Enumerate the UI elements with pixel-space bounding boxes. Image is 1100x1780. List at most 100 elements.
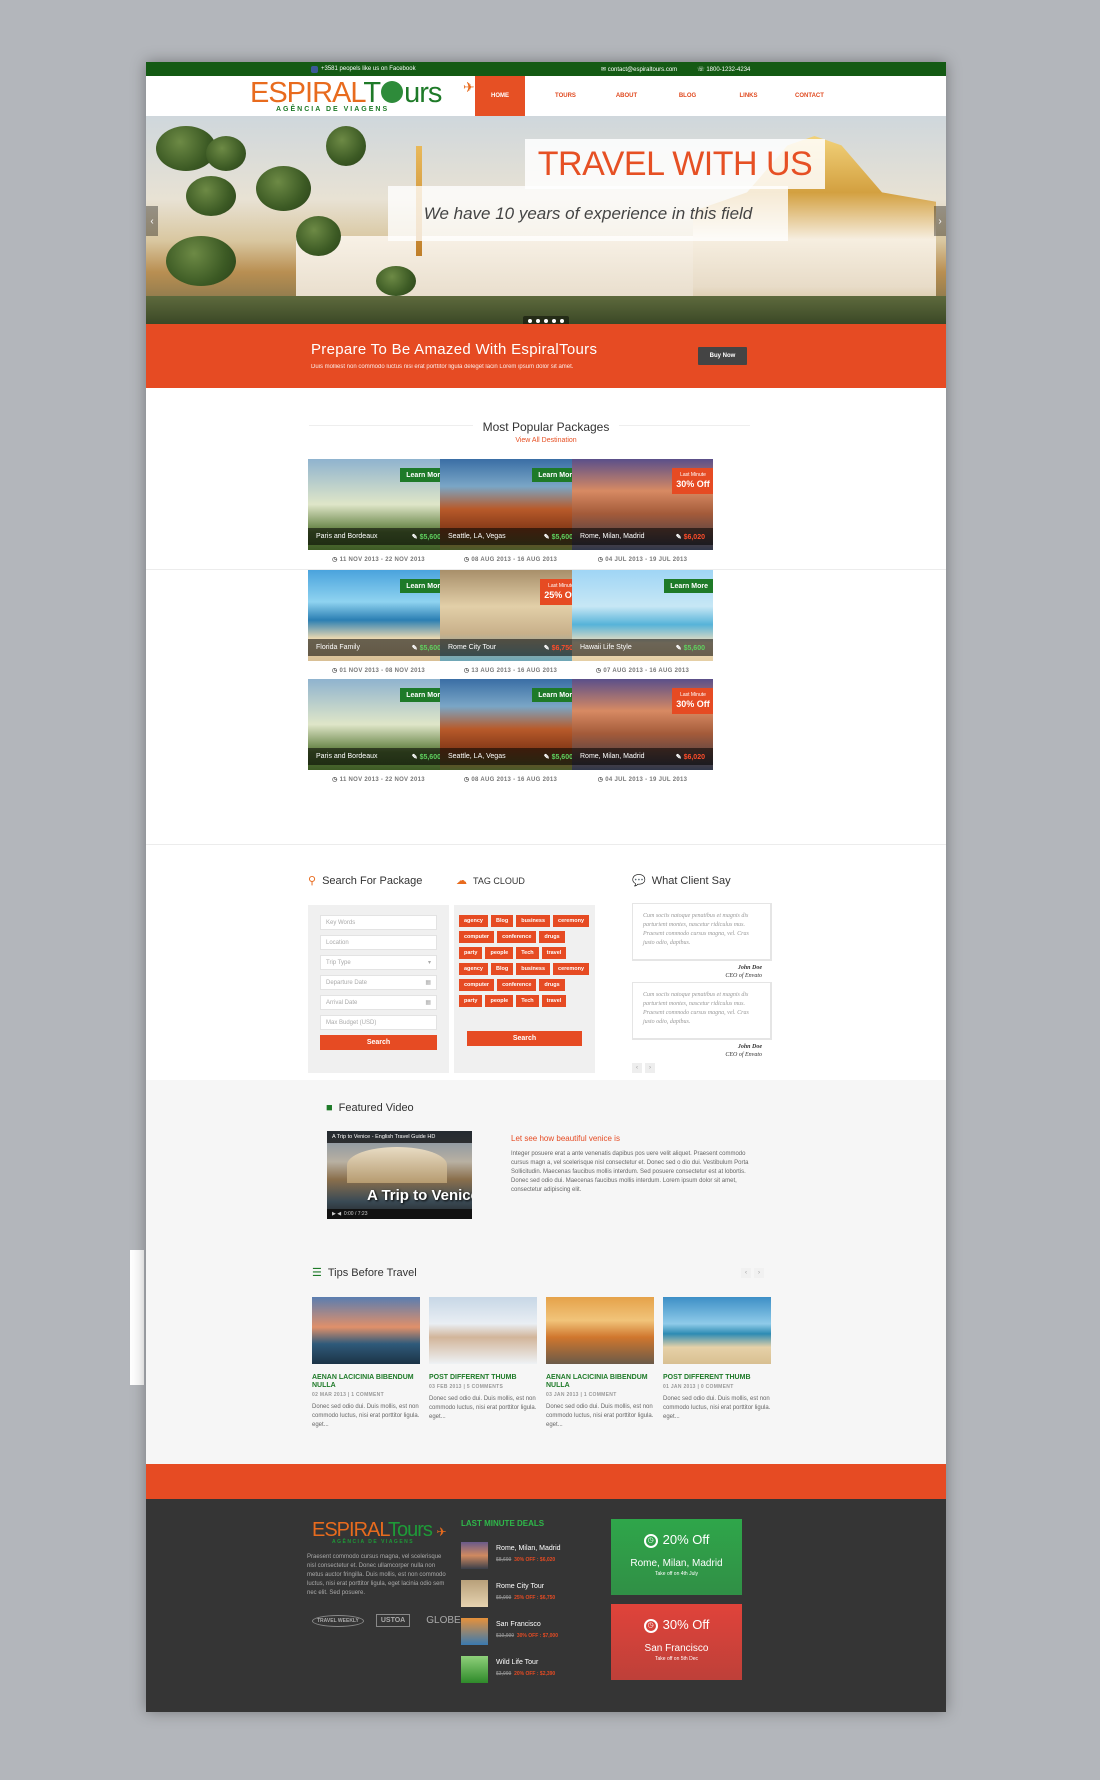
tag-ceremony[interactable]: ceremony [553,915,590,927]
arrival-date-input[interactable]: Arrival Date ▦ [320,995,437,1010]
package-image[interactable]: Learn More Hawaii Life Style ✎ $5,600 [572,570,713,661]
tip-title[interactable]: AENAN LACICINIA BIBENDUM NULLA [312,1374,420,1390]
departure-date-input[interactable]: Departure Date ▦ [320,975,437,990]
package-image[interactable]: Learn More Florida Family ✎ $5,600 [308,570,449,661]
deal-name[interactable]: Wild Life Tour [496,1659,538,1666]
footer-logo[interactable]: ESPIRALTours ✈ AGÊNCIA DE VIAGENS [312,1519,447,1545]
tag-conference[interactable]: conference [497,979,537,991]
package-card[interactable]: Learn More Seattle, LA, Vegas✎ $5,600 08… [440,459,581,563]
tips-prev-icon[interactable]: ‹ [741,1268,751,1278]
deal-thumb[interactable] [461,1580,488,1607]
tag-drugs[interactable]: drugs [539,931,565,943]
package-image[interactable]: Last Minute 30% Off Rome, Milan, Madrid ✎ … [572,679,713,770]
tip-card[interactable]: AENAN LACICINIA BIBENDUM NULLA 02 MAR 20… [312,1297,420,1430]
package-image[interactable]: Last Minute 25% Off Rome City Tour ✎ $6,75… [440,570,581,661]
slider-prev-icon[interactable]: ‹ [146,206,158,236]
view-all-link[interactable]: View All Destination [146,437,946,444]
promo-card-note: Take off on 5th Dec [655,1655,698,1662]
tag-party[interactable]: party [459,947,483,959]
tag-party[interactable]: party [459,995,483,1007]
deal-promo-card[interactable]: ◷ 20% Off Rome, Milan, Madrid Take off on… [611,1519,742,1595]
tag-business[interactable]: business [516,915,551,927]
keywords-input[interactable]: Key Words [320,915,437,930]
deal-item[interactable]: Rome City Tour $9,000 25% OFF : $6,750 [461,1580,591,1607]
tag-ceremony[interactable]: ceremony [553,963,590,975]
site-logo[interactable]: ESPIRALT urs ✈ AGÊNCIA DE VIAGENS [250,78,475,116]
deal-item[interactable]: San Francisco $10,000 30% OFF : $7,000 [461,1618,591,1645]
nav-blog[interactable]: BLOG [657,76,718,116]
package-image[interactable]: Learn More Seattle, LA, Vegas ✎ $5,600 [440,679,581,770]
package-card[interactable]: Last Minute 30% Off Rome, Milan, Madrid ✎ … [572,459,713,563]
tip-title[interactable]: POST DIFFERENT THUMB [429,1374,537,1382]
package-card[interactable]: Learn More Florida Family✎ $5,600 01 NOV… [308,570,449,674]
tip-card[interactable]: POST DIFFERENT THUMB 01 JAN 2013 | 0 COM… [663,1297,771,1422]
tag-people[interactable]: people [485,947,514,959]
tag-blog[interactable]: Blog [490,915,514,927]
package-card[interactable]: Learn More Hawaii Life Style ✎ $5,600 07 … [572,570,713,674]
search-button[interactable]: Search [320,1035,437,1050]
tag-blog[interactable]: Blog [490,963,514,975]
deal-thumb[interactable] [461,1542,488,1569]
tip-image[interactable] [312,1297,420,1364]
testimonial-next-icon[interactable]: › [645,1063,655,1073]
deal-thumb[interactable] [461,1656,488,1683]
deal-item[interactable]: Rome, Milan, Madrid $8,600 30% OFF : $6,… [461,1542,591,1569]
tag-people[interactable]: people [485,995,514,1007]
logo-tagline: AGÊNCIA DE VIAGENS [276,106,390,113]
tip-image[interactable] [429,1297,537,1364]
tag-tech[interactable]: Tech [516,947,539,959]
tip-image[interactable] [663,1297,771,1364]
email-contact[interactable]: ✉ contact@espiraltours.com [601,66,677,73]
nav-tours[interactable]: TOURS [535,76,596,116]
slider-next-icon[interactable]: › [934,206,946,236]
package-image[interactable]: Learn More Seattle, LA, Vegas ✎ $5,600 [440,459,581,550]
nav-about[interactable]: ABOUT [596,76,657,116]
package-image[interactable]: Learn More Paris and Bordeaux ✎ $5,600 [308,459,449,550]
package-card[interactable]: Learn More Seattle, LA, Vegas✎ $5,600 08… [440,679,581,783]
tip-image[interactable] [546,1297,654,1364]
tag-agency[interactable]: agency [459,963,488,975]
tip-card[interactable]: AENAN LACICINIA BIBENDUM NULLA 03 JAN 20… [546,1297,654,1430]
deal-name[interactable]: Rome, Milan, Madrid [496,1545,561,1552]
facebook-likes[interactable]: +3581 peopels like us on Facebook [321,66,416,72]
slider-dots[interactable] [523,316,569,324]
buy-now-button[interactable]: Buy Now [698,347,747,365]
tag-agency[interactable]: agency [459,915,488,927]
tips-next-icon[interactable]: › [754,1268,764,1278]
package-image[interactable]: Learn More Paris and Bordeaux ✎ $5,600 [308,679,449,770]
tip-card[interactable]: POST DIFFERENT THUMB 03 FEB 2013 | 5 COM… [429,1297,537,1422]
video-player[interactable]: A Trip to Venice - English Travel Guide … [327,1131,472,1219]
package-card[interactable]: Learn More Paris and Bordeaux✎ $5,600 11… [308,459,449,563]
deal-promo-card[interactable]: ◷ 30% Off San Francisco Take off on 5th D… [611,1604,742,1680]
testimonial-prev-icon[interactable]: ‹ [632,1063,642,1073]
tag-drugs[interactable]: drugs [539,979,565,991]
facebook-icon[interactable] [311,65,318,73]
tag-travel[interactable]: travel [541,947,567,959]
deal-thumb[interactable] [461,1618,488,1645]
tag-conference[interactable]: conference [497,931,537,943]
tag-travel[interactable]: travel [541,995,567,1007]
nav-links[interactable]: LINKS [718,76,779,116]
package-card[interactable]: Last Minute 25% Off Rome City Tour ✎ $6,75… [440,570,581,674]
deal-name[interactable]: Rome City Tour [496,1583,544,1590]
package-dates: 04 JUL 2013 - 19 JUL 2013 [572,776,713,783]
tag-business[interactable]: business [516,963,551,975]
tip-title[interactable]: POST DIFFERENT THUMB [663,1374,771,1382]
tip-title[interactable]: AENAN LACICINIA BIBENDUM NULLA [546,1374,654,1390]
tag-tech[interactable]: Tech [516,995,539,1007]
tag-computer[interactable]: computer [459,979,495,991]
nav-home[interactable]: HOME [475,76,525,116]
video-controls[interactable]: ▶ ◀ 0:00 / 7:23 [327,1209,472,1219]
nav-contact[interactable]: CONTACT [779,76,840,116]
deal-item[interactable]: Wild Life Tour $3,000 20% OFF : $2,390 [461,1656,591,1683]
max-budget-input[interactable]: Max Budget (USD) [320,1015,437,1030]
trip-type-select[interactable]: Trip Type ▾ [320,955,437,970]
deal-name[interactable]: San Francisco [496,1621,541,1628]
tag-search-button[interactable]: Search [467,1031,582,1046]
package-image[interactable]: Last Minute 30% Off Rome, Milan, Madrid ✎ … [572,459,713,550]
package-card[interactable]: Last Minute 30% Off Rome, Milan, Madrid ✎ … [572,679,713,783]
learn-more-button[interactable]: Learn More [664,579,713,593]
tag-computer[interactable]: computer [459,931,495,943]
location-input[interactable]: Location [320,935,437,950]
package-card[interactable]: Learn More Paris and Bordeaux✎ $5,600 11… [308,679,449,783]
